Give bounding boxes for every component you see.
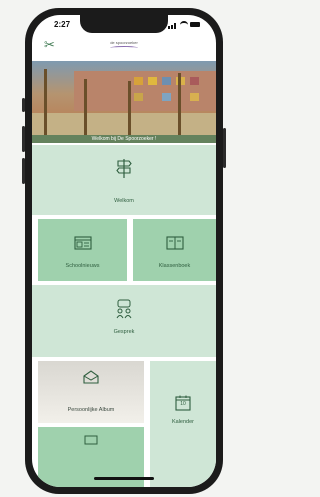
window xyxy=(162,77,171,85)
calendar-day: 10 xyxy=(180,401,186,407)
logo-swoosh xyxy=(110,46,138,50)
school-logo: de spoorzoeker xyxy=(102,40,146,52)
school-building xyxy=(74,71,216,111)
phone-frame: 2:27 ✂ de spoorzoeker Welkom bij De Spoo… xyxy=(22,8,226,494)
play-structure-pole xyxy=(84,79,87,135)
signal-bar xyxy=(171,25,173,29)
banner-caption: Welkom bij De Spoorzoeker ! xyxy=(32,135,216,143)
window xyxy=(134,93,143,101)
tile-label: Gesprek xyxy=(113,329,135,335)
mute-switch xyxy=(22,98,25,112)
tile-gesprek[interactable]: Gesprek xyxy=(32,285,216,357)
window xyxy=(190,93,199,101)
app-header: ✂ de spoorzoeker xyxy=(32,35,216,57)
tile-kalender[interactable]: 10 Kalender xyxy=(150,361,216,487)
tile-label: Klassenboek xyxy=(158,263,191,269)
play-structure-pole xyxy=(44,69,47,135)
power-button xyxy=(223,128,226,168)
home-indicator[interactable] xyxy=(94,477,154,480)
tile-label: Persoonlijke Album xyxy=(67,407,115,413)
tile-welkom[interactable]: Welkom xyxy=(32,145,216,215)
tile-label: Kalender xyxy=(171,419,195,425)
tools-icon[interactable]: ✂ xyxy=(44,37,55,53)
play-structure-pole xyxy=(178,73,181,135)
notch xyxy=(80,15,168,33)
newspaper-icon xyxy=(74,236,92,250)
photo-album-icon xyxy=(83,370,99,384)
status-icons xyxy=(168,21,200,29)
document-icon xyxy=(84,435,98,445)
window xyxy=(190,77,199,85)
tile-schoolnieuws[interactable]: Schoolnieuws xyxy=(38,219,127,281)
banner-photo: Welkom bij De Spoorzoeker ! xyxy=(32,61,216,143)
battery-icon xyxy=(190,22,200,27)
open-book-icon xyxy=(166,236,184,250)
tile-label: Welkom xyxy=(114,198,134,204)
window xyxy=(148,77,157,85)
tile-klassenboek[interactable]: Klassenboek xyxy=(133,219,216,281)
window xyxy=(162,93,171,101)
status-time: 2:27 xyxy=(54,20,71,29)
tile-persoonlijke-album[interactable]: Persoonlijke Album xyxy=(38,361,144,423)
wifi-icon xyxy=(180,21,188,29)
play-structure-pole xyxy=(128,81,131,135)
logo-text: de spoorzoeker xyxy=(110,40,138,45)
app-screen: 2:27 ✂ de spoorzoeker Welkom bij De Spoo… xyxy=(32,15,216,487)
volume-down-button xyxy=(22,158,25,184)
signpost-icon xyxy=(116,159,132,178)
signal-icon xyxy=(168,26,170,29)
volume-up-button xyxy=(22,126,25,152)
signal-bar xyxy=(174,23,176,29)
window xyxy=(134,77,143,85)
tile-label: Schoolnieuws xyxy=(65,263,100,269)
meeting-icon xyxy=(116,299,132,319)
